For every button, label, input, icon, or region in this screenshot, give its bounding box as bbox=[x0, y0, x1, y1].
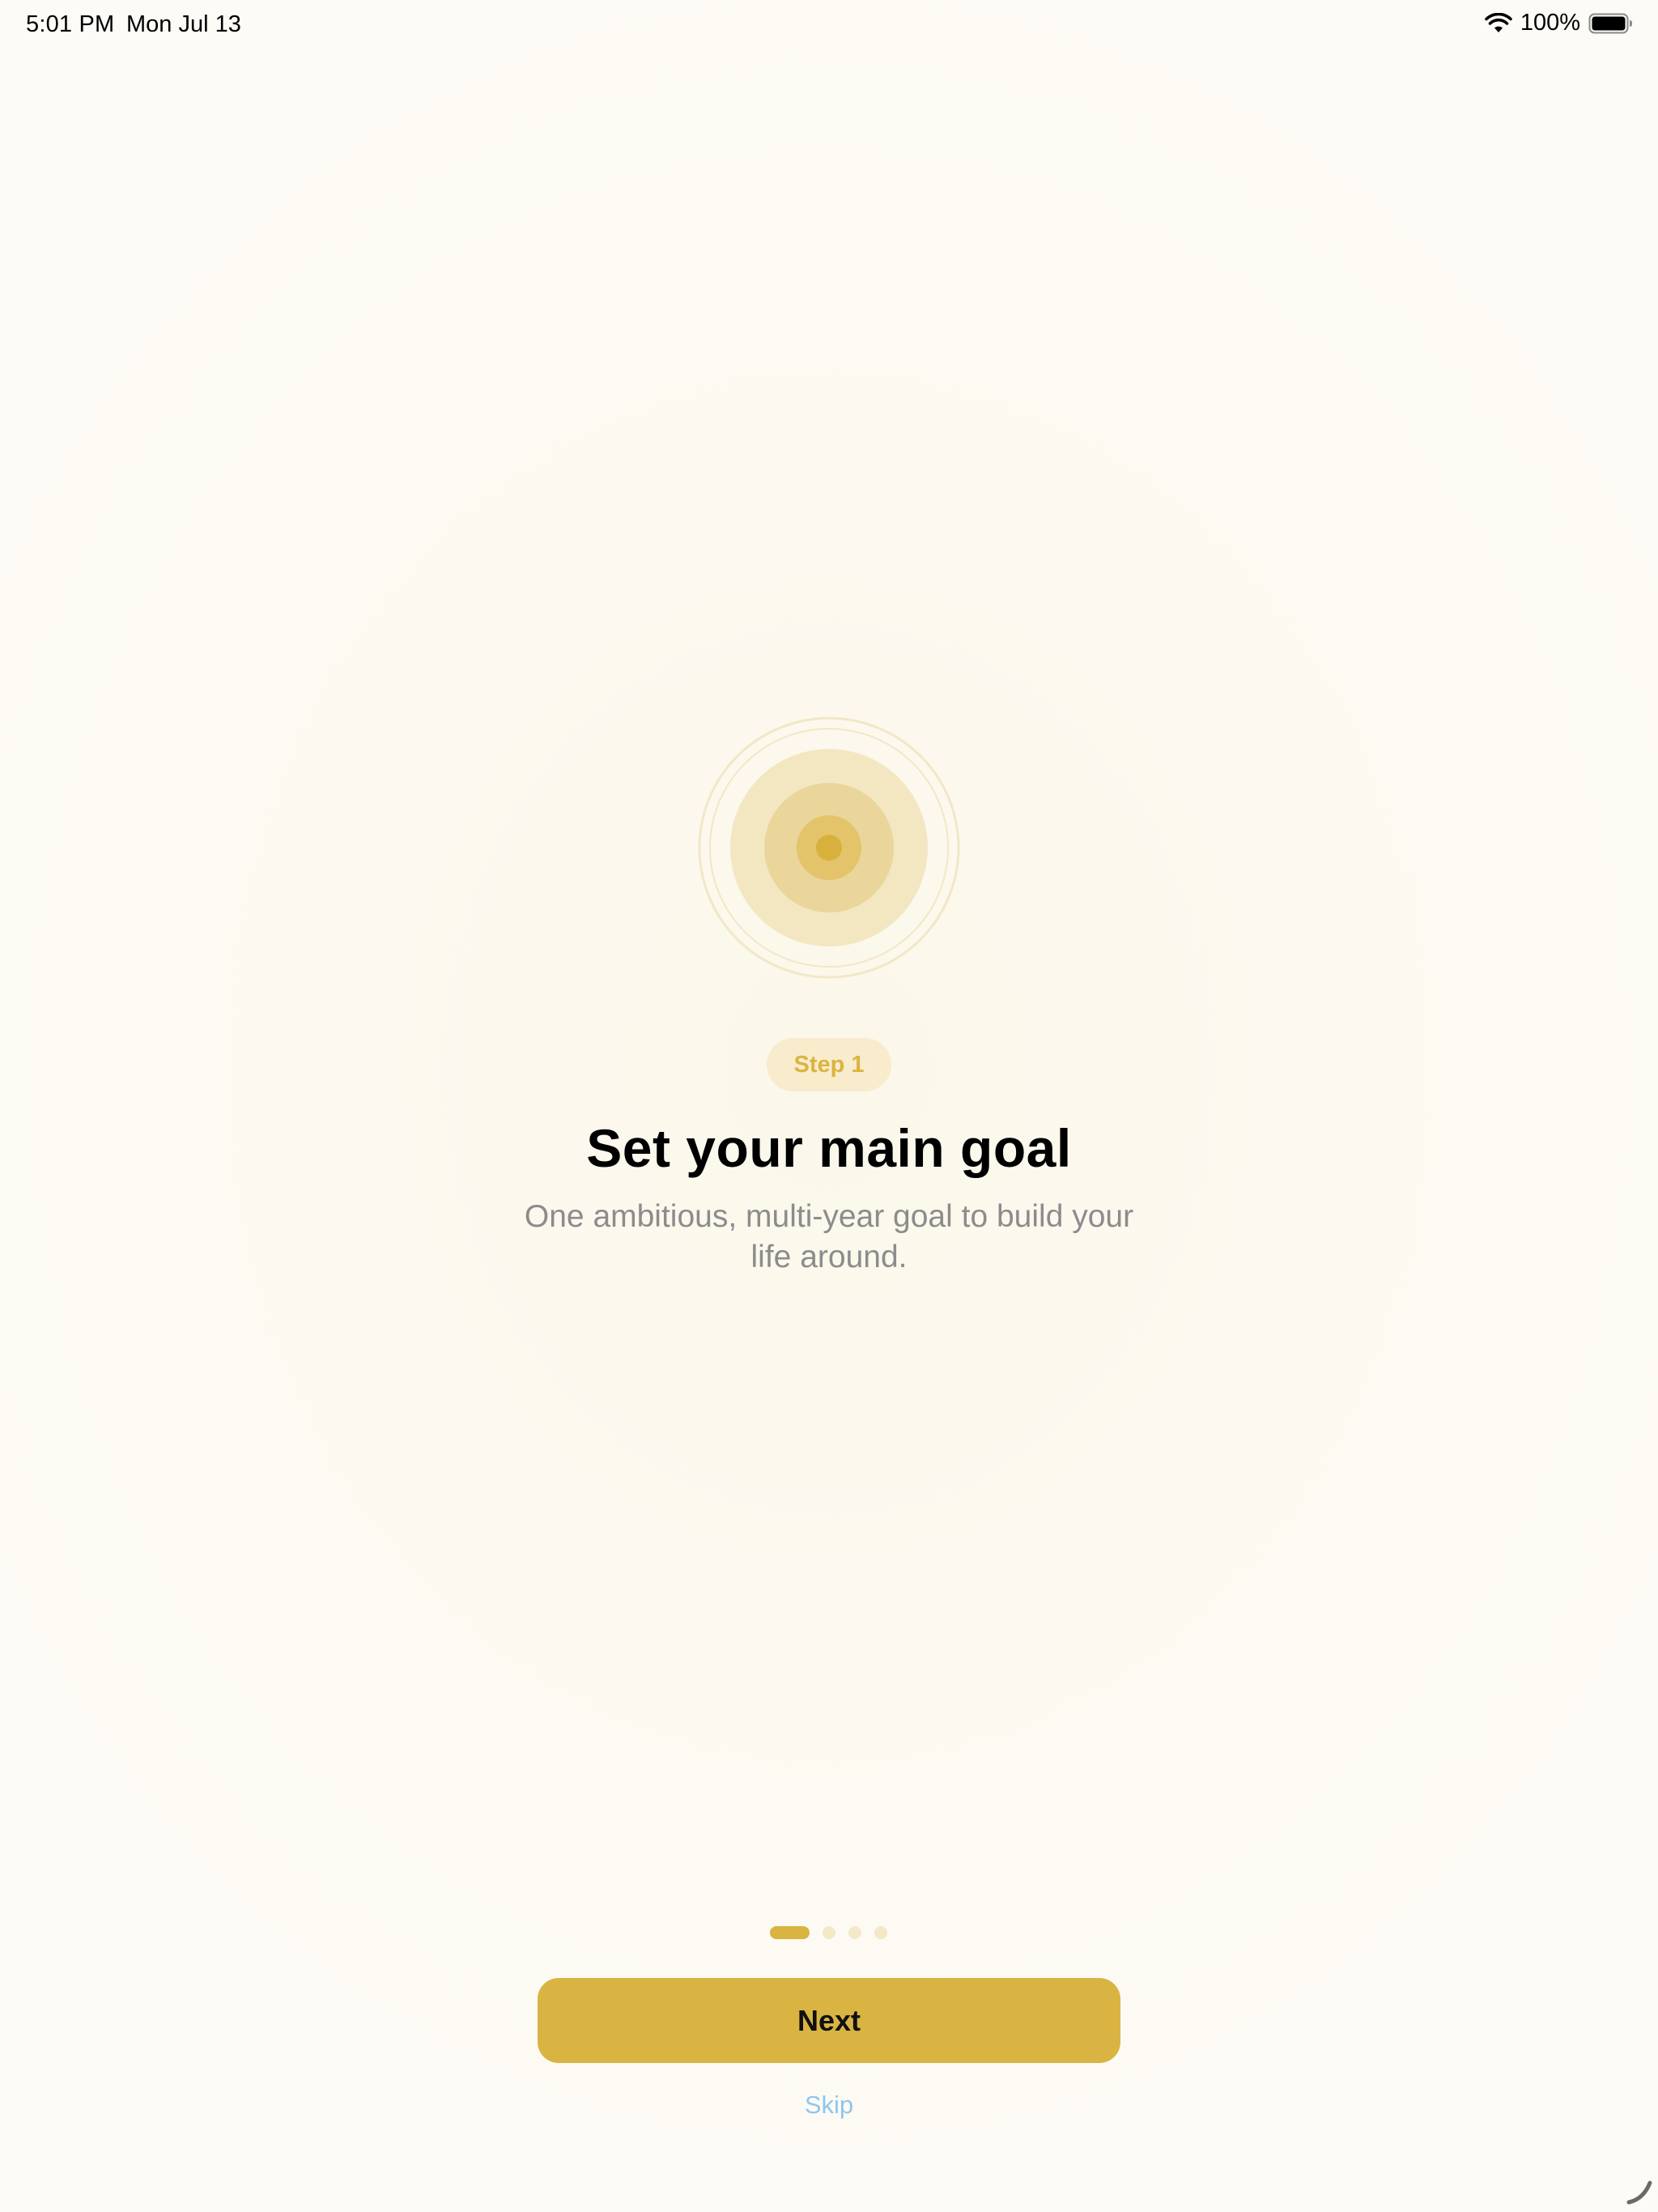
page-dot-active bbox=[770, 1926, 810, 1939]
page-dot bbox=[848, 1926, 861, 1939]
target-icon bbox=[697, 716, 961, 980]
skip-button[interactable]: Skip bbox=[0, 2091, 1658, 2120]
status-indicators: 100% bbox=[1485, 10, 1634, 36]
page-subtitle: One ambitious, multi-year goal to build … bbox=[524, 1199, 1134, 1274]
battery-icon bbox=[1588, 13, 1634, 34]
scroll-indicator-icon bbox=[1626, 2178, 1653, 2206]
status-date: Mon Jul 13 bbox=[126, 11, 241, 37]
next-button[interactable]: Next bbox=[538, 1978, 1120, 2063]
wifi-icon bbox=[1485, 12, 1512, 34]
step-badge: Step 1 bbox=[767, 1038, 891, 1091]
page-dot bbox=[874, 1926, 887, 1939]
battery-percentage: 100% bbox=[1520, 10, 1580, 36]
status-bar: 5:01 PM Mon Jul 13 100% bbox=[0, 0, 1658, 52]
page-indicator bbox=[770, 1926, 900, 1939]
page-title: Set your main goal bbox=[586, 1118, 1072, 1178]
page-dot bbox=[823, 1926, 835, 1939]
status-time: 5:01 PM bbox=[26, 11, 115, 37]
